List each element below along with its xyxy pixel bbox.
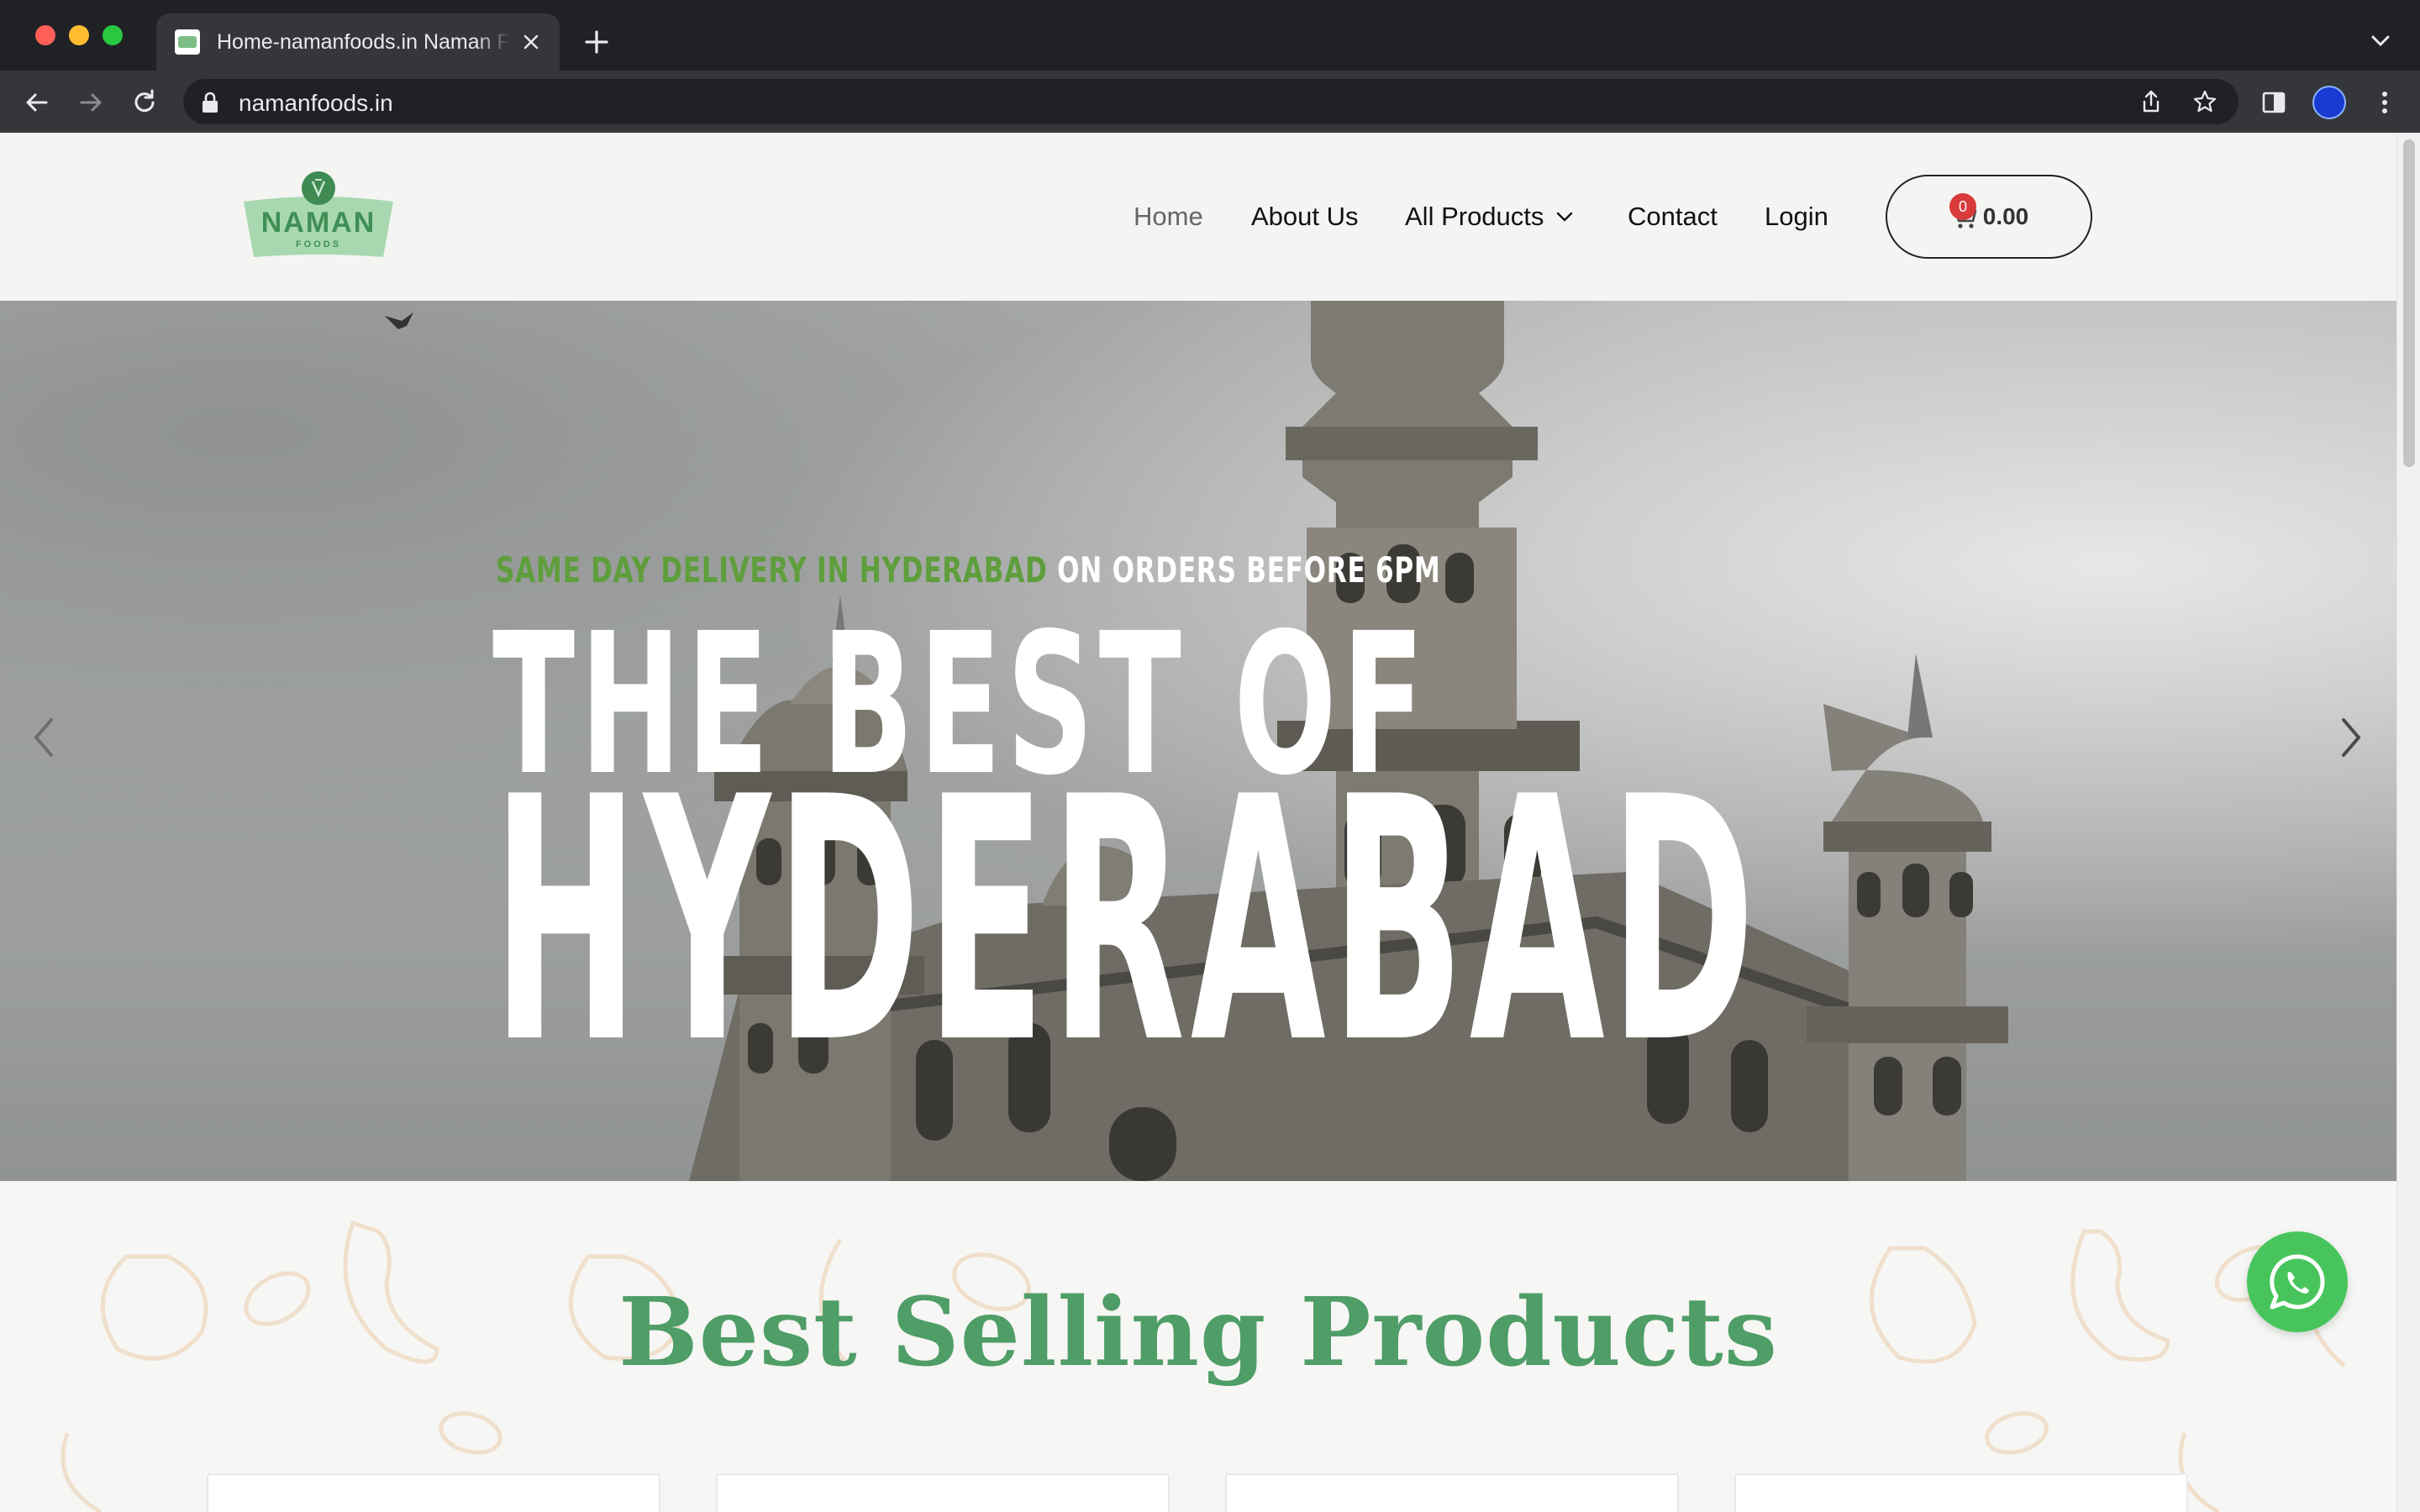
product-card[interactable]: [207, 1473, 660, 1512]
page-scrollbar[interactable]: [2396, 133, 2420, 1512]
forward-arrow-icon[interactable]: [74, 86, 108, 119]
whatsapp-chat-button[interactable]: [2247, 1231, 2348, 1332]
address-bar[interactable]: namanfoods.in: [183, 79, 2238, 124]
best-selling-section: Best Selling Products: [0, 1181, 2396, 1512]
nav-all-products-label: All Products: [1405, 202, 1544, 231]
product-card[interactable]: [1225, 1473, 1679, 1512]
nav-home[interactable]: Home: [1134, 202, 1203, 232]
window-minimize-button[interactable]: [69, 25, 89, 45]
slider-next-chevron-right-icon[interactable]: [2334, 712, 2368, 763]
logo-subtext: FOODS: [296, 239, 341, 249]
logo-wordmark: NAMAN: [261, 207, 376, 239]
hero-headline-line2: HYDERABAD: [492, 727, 1760, 1117]
window-close-button[interactable]: [35, 25, 55, 45]
hero-kicker-white: ON ORDERS BEFORE 6PM: [1047, 549, 1441, 591]
share-icon[interactable]: [2136, 87, 2166, 117]
hero-kicker: SAME DAY DELIVERY IN HYDERABAD ON ORDERS…: [496, 549, 1441, 591]
bookmark-star-icon[interactable]: [2190, 87, 2220, 117]
window-maximize-button[interactable]: [103, 25, 123, 45]
new-tab-plus-icon[interactable]: [580, 25, 613, 59]
browser-tab-active[interactable]: Home-namanfoods.in Naman Foods: [156, 13, 560, 71]
profile-avatar[interactable]: [2312, 86, 2346, 119]
nav-all-products[interactable]: All Products: [1405, 202, 1576, 232]
cart-button[interactable]: 0.00: [1886, 175, 2092, 259]
url-text: namanfoods.in: [239, 90, 393, 116]
best-selling-title: Best Selling Products: [618, 1278, 1778, 1388]
site-favicon-icon: [175, 29, 200, 55]
whatsapp-icon: [2270, 1254, 2325, 1310]
browser-toolbar: namanfoods.in: [0, 71, 2420, 133]
web-page: NAMAN FOODS Home About Us All Products C…: [0, 133, 2396, 1512]
slider-prev-chevron-left-icon[interactable]: [27, 712, 60, 763]
tab-close-icon[interactable]: [518, 29, 544, 55]
browser-tab-bar: Home-namanfoods.in Naman Foods: [0, 0, 2420, 71]
tab-title: Home-namanfoods.in Naman Foods: [217, 29, 511, 54]
lock-icon[interactable]: [200, 92, 220, 113]
nav-login[interactable]: Login: [1765, 202, 1828, 232]
naman-foods-logo[interactable]: NAMAN FOODS: [240, 170, 397, 265]
nav-contact[interactable]: Contact: [1628, 202, 1718, 232]
hero-kicker-green: SAME DAY DELIVERY IN HYDERABAD: [496, 549, 1048, 591]
reload-icon[interactable]: [128, 86, 161, 119]
nav-about-us[interactable]: About Us: [1251, 202, 1359, 232]
tab-search-chevron-down-icon[interactable]: [2366, 27, 2395, 55]
kebab-menu-icon[interactable]: [2368, 86, 2402, 119]
cart-total: 0.00: [1982, 203, 2029, 229]
product-card[interactable]: [1734, 1473, 2188, 1512]
chevron-down-icon: [1557, 212, 1573, 222]
side-panel-icon[interactable]: [2257, 86, 2291, 119]
site-header: NAMAN FOODS Home About Us All Products C…: [0, 133, 2396, 301]
cart-count-badge: 0: [1949, 193, 1976, 220]
back-arrow-icon[interactable]: [20, 86, 54, 119]
product-card[interactable]: [716, 1473, 1170, 1512]
scrollbar-thumb[interactable]: [2403, 139, 2415, 467]
hero-slider: SAME DAY DELIVERY IN HYDERABAD ON ORDERS…: [0, 301, 2396, 1181]
